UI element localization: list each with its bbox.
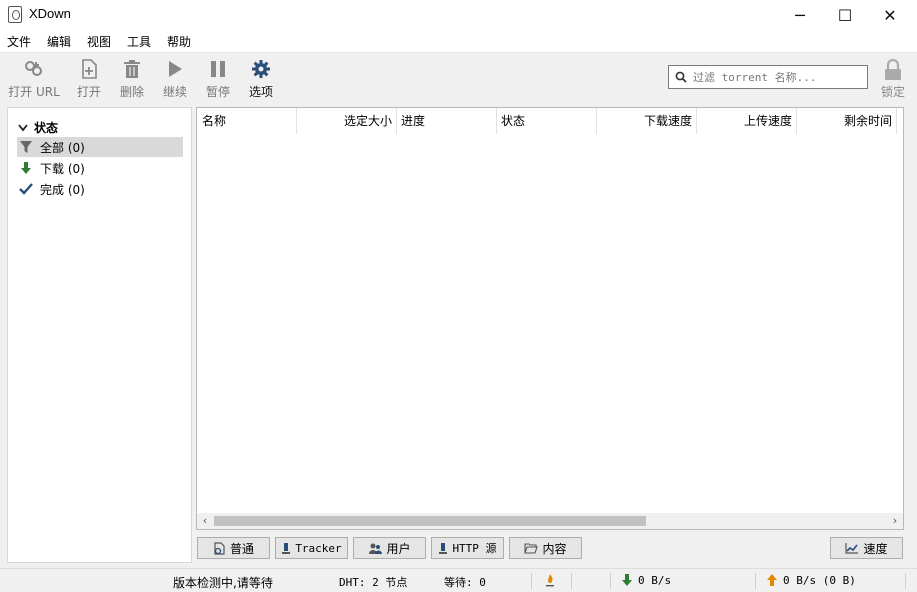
status-divider: [531, 573, 532, 589]
status-group-label: 状态: [34, 121, 59, 135]
tab-tracker[interactable]: Tracker: [275, 537, 348, 559]
update-check-status: 版本检测中,请等待: [173, 576, 273, 590]
horizontal-scrollbar[interactable]: ‹ ›: [197, 513, 903, 529]
sidebar-item-label: 下载 (0): [40, 161, 85, 176]
toolbar: 打开 URL 打开 删除 继续 暂停 选项 锁定: [0, 52, 917, 102]
status-group-header[interactable]: 状态: [18, 119, 58, 136]
status-filter-panel: 状态 全部 (0) 下载 (0) 完成 (0): [7, 107, 192, 563]
delete-label: 删除: [119, 85, 144, 99]
open-label: 打开: [76, 85, 101, 99]
column-status[interactable]: 状态: [497, 108, 597, 134]
scrollbar-thumb[interactable]: [214, 516, 646, 526]
status-bar: 版本检测中,请等待 DHT: 2 节点 等待: 0 0 B/s 0 B/s (0…: [0, 568, 917, 592]
status-divider: [571, 573, 572, 589]
filter-search-input[interactable]: [693, 68, 863, 86]
column-selected-size[interactable]: 选定大小: [297, 108, 397, 134]
close-button[interactable]: ✕: [867, 0, 913, 30]
status-divider: [755, 573, 756, 589]
resume-button[interactable]: 继续: [158, 58, 192, 100]
tab-speed[interactable]: 速度: [830, 537, 903, 559]
play-icon: [169, 61, 182, 77]
filter-icon: [17, 140, 35, 154]
status-divider: [610, 573, 611, 589]
open-url-label: 打开 URL: [8, 85, 60, 99]
menu-tools[interactable]: 工具: [127, 33, 151, 50]
menu-help[interactable]: 帮助: [167, 33, 191, 50]
scroll-right-arrow-icon[interactable]: ›: [887, 513, 903, 529]
menu-file[interactable]: 文件: [7, 33, 31, 50]
delete-button[interactable]: 删除: [115, 58, 149, 100]
column-download-speed[interactable]: 下载速度: [597, 108, 697, 134]
tab-http-sources-label: HTTP 源: [452, 542, 497, 555]
tab-general-label: 普通: [229, 541, 254, 556]
gear-icon: [252, 60, 270, 78]
sidebar-item-label: 完成 (0): [40, 182, 85, 197]
trash-icon: [124, 60, 140, 78]
column-eta[interactable]: 剩余时间: [797, 108, 897, 134]
speed-limit-icon[interactable]: [543, 573, 557, 590]
menu-view[interactable]: 视图: [87, 33, 111, 50]
scroll-left-arrow-icon[interactable]: ‹: [197, 513, 213, 529]
open-button[interactable]: 打开: [72, 58, 106, 100]
column-name[interactable]: 名称: [197, 108, 297, 134]
link-icon: [25, 61, 42, 76]
download-arrow-icon: [620, 573, 634, 590]
lock-label: 锁定: [880, 85, 905, 99]
menu-bar: 文件 编辑 视图 工具 帮助: [0, 30, 917, 52]
lock-button[interactable]: 锁定: [876, 58, 910, 100]
menu-edit[interactable]: 编辑: [47, 33, 71, 50]
file-info-icon: [214, 541, 225, 555]
sidebar-item-label: 全部 (0): [40, 140, 85, 155]
download-speed-status[interactable]: 0 B/s: [638, 574, 671, 587]
tab-content-label: 内容: [542, 541, 567, 556]
status-divider: [905, 573, 906, 589]
queued-status: 等待: 0: [444, 576, 486, 589]
upload-speed-status[interactable]: 0 B/s (0 B): [783, 574, 856, 587]
tab-content[interactable]: 内容: [509, 537, 582, 559]
dht-nodes-status: DHT: 2 节点: [339, 576, 408, 589]
arrow-down-icon: [17, 161, 35, 175]
filter-search-box[interactable]: [668, 65, 868, 89]
sidebar-item-completed[interactable]: 完成 (0): [17, 179, 183, 199]
app-logo-icon: [8, 6, 22, 23]
transfer-list: 名称 选定大小 进度 状态 下载速度 上传速度 剩余时间 ‹ ›: [196, 107, 904, 530]
tab-speed-label: 速度: [863, 541, 888, 556]
lock-icon: [885, 58, 901, 80]
minimize-button[interactable]: ─: [777, 0, 823, 30]
column-upload-speed[interactable]: 上传速度: [697, 108, 797, 134]
chevron-down-icon: [18, 121, 28, 135]
resume-label: 继续: [162, 85, 187, 99]
options-button[interactable]: 选项: [244, 58, 278, 100]
server-icon: [439, 542, 448, 554]
upload-arrow-icon: [765, 573, 779, 590]
maximize-button[interactable]: ☐: [822, 0, 868, 30]
open-url-button[interactable]: 打开 URL: [8, 58, 60, 100]
tab-tracker-label: Tracker: [295, 541, 342, 555]
check-icon: [17, 182, 35, 196]
column-progress[interactable]: 进度: [397, 108, 497, 134]
tab-peers[interactable]: 用户: [353, 537, 426, 559]
folder-open-icon: [524, 543, 539, 554]
pause-icon: [211, 61, 225, 77]
tab-http-sources[interactable]: HTTP 源: [431, 537, 504, 559]
pause-label: 暂停: [205, 85, 230, 99]
tab-general[interactable]: 普通: [197, 537, 270, 559]
add-file-icon: [82, 59, 97, 79]
line-chart-icon: [845, 543, 859, 554]
title-bar: XDown ─ ☐ ✕: [0, 0, 917, 30]
window-title: XDown: [29, 6, 71, 21]
pause-button[interactable]: 暂停: [201, 58, 235, 100]
sidebar-item-all[interactable]: 全部 (0): [17, 137, 183, 157]
sidebar-item-downloading[interactable]: 下载 (0): [17, 158, 183, 178]
options-label: 选项: [248, 85, 273, 99]
tracker-icon: [282, 542, 291, 554]
users-icon: [369, 543, 383, 554]
search-icon: [675, 71, 687, 83]
tab-peers-label: 用户: [386, 541, 411, 556]
